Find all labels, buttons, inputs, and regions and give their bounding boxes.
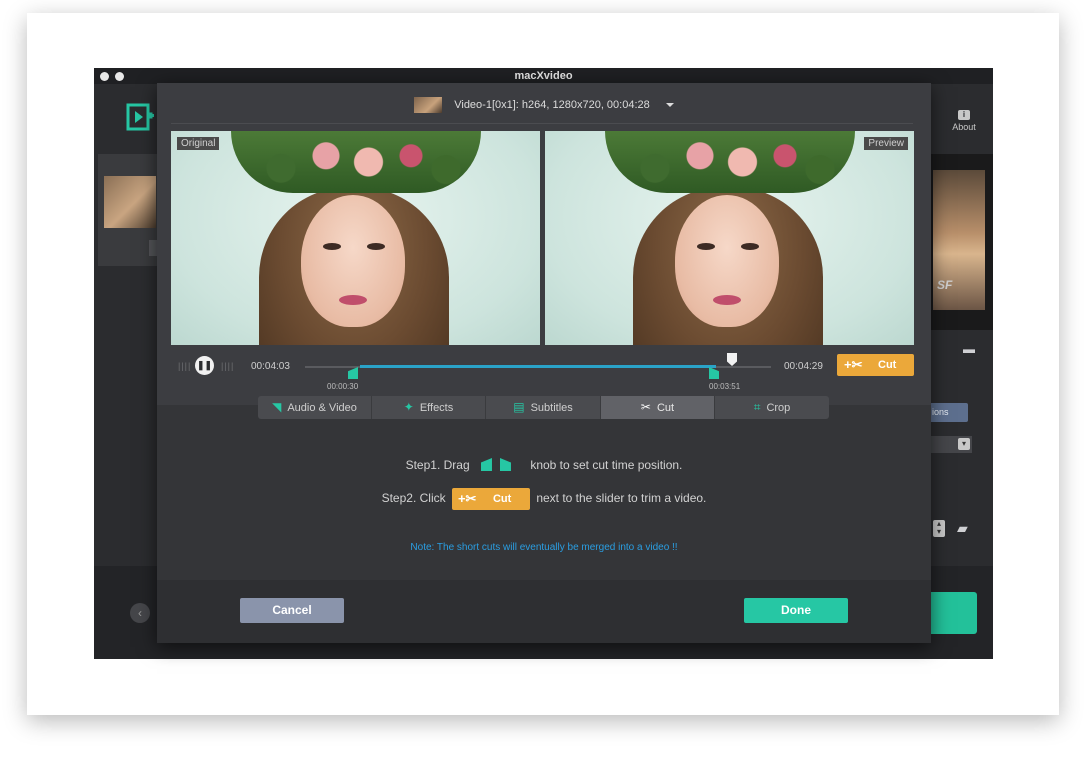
divider	[171, 123, 913, 124]
info-icon: i	[958, 110, 970, 120]
done-button[interactable]: Done	[744, 598, 848, 623]
grip-icon: ||||	[178, 361, 192, 371]
edit-tabs: ◥ Audio & Video ✦ Effects ▤ Subtitles ✂ Cut …	[258, 396, 829, 419]
cut-start-time: 00:00:30	[327, 382, 359, 391]
chevron-down-icon: ▾	[958, 438, 970, 450]
background-preview-image: SF	[933, 170, 985, 310]
preview-image-text: SF	[937, 278, 953, 292]
title-bar: macXvideo	[94, 68, 993, 84]
dialog-preview-area: Video-1[0x1]: h264, 1280x720, 00:04:28 O…	[157, 83, 931, 405]
about-label: About	[952, 122, 976, 132]
video-eye	[697, 243, 715, 250]
subtitles-icon: ▤	[513, 400, 525, 414]
scissors-icon: ✂	[640, 400, 651, 414]
tab-label: Effects	[419, 402, 454, 414]
open-folder-icon[interactable]: ▰	[957, 520, 968, 537]
window-title: macXvideo	[514, 70, 573, 82]
crop-icon: ⌗	[753, 400, 761, 414]
original-label: Original	[177, 137, 220, 150]
current-time: 00:04:03	[251, 361, 290, 372]
pause-icon[interactable]: ❚❚	[195, 356, 214, 375]
preview-video: Preview	[545, 131, 914, 345]
dialog-footer: Cancel Done	[157, 580, 931, 643]
knob-icon	[480, 458, 519, 474]
cut-illustration-label: Cut	[492, 493, 512, 505]
cut-start-knob[interactable]	[348, 367, 358, 379]
cut-range	[360, 365, 716, 368]
edit-dialog: Video-1[0x1]: h264, 1280x720, 00:04:28 O…	[157, 83, 931, 643]
stepper-icon[interactable]: ▴ ▾	[933, 520, 945, 537]
cancel-button[interactable]: Cancel	[240, 598, 344, 623]
step1-prefix: Step1. Drag	[405, 458, 470, 473]
source-thumbnail	[413, 96, 442, 113]
tab-effects[interactable]: ✦ Effects	[372, 396, 486, 419]
about-button[interactable]: i About	[947, 110, 981, 132]
flower-wreath	[605, 131, 855, 193]
cut-button[interactable]: +✂ Cut	[837, 354, 914, 376]
folder-icon[interactable]: ▬	[963, 342, 975, 356]
preview-label: Preview	[864, 137, 908, 150]
cut-end-time: 00:03:51	[709, 382, 741, 391]
video-eye	[741, 243, 759, 250]
step1-instruction: Step1. Drag knob to set cut time positio…	[157, 458, 931, 474]
background-video-thumbnail[interactable]	[104, 176, 156, 228]
tab-label: Audio & Video	[287, 402, 357, 414]
step1-suffix: knob to set cut time position.	[530, 458, 683, 473]
back-button[interactable]: ‹	[130, 603, 150, 623]
run-button[interactable]	[930, 592, 977, 634]
video-eye	[323, 243, 341, 250]
tab-crop[interactable]: ⌗ Crop	[715, 396, 829, 419]
audio-video-icon: ◥	[272, 400, 282, 414]
tab-subtitles[interactable]: ▤ Subtitles	[486, 396, 601, 419]
source-label: Video-1[0x1]: h264, 1280x720, 00:04:28	[454, 98, 650, 111]
tab-cut[interactable]: ✂ Cut	[601, 396, 715, 419]
step2-prefix: Step2. Click	[381, 491, 446, 506]
video-lips	[339, 295, 367, 305]
source-selector[interactable]: Video-1[0x1]: h264, 1280x720, 00:04:28	[157, 96, 931, 116]
duration: 00:04:29	[784, 361, 823, 372]
tab-label: Cut	[656, 402, 675, 414]
cut-end-knob[interactable]	[709, 367, 719, 379]
scissors-add-icon: +✂	[844, 357, 863, 372]
video-lips	[713, 295, 741, 305]
cut-button-illustration: +✂ Cut	[451, 488, 530, 510]
app-logo-icon	[126, 103, 154, 131]
video-eye	[367, 243, 385, 250]
cut-button-label: Cut	[878, 359, 897, 371]
flower-wreath	[231, 131, 481, 193]
caret-down-icon[interactable]	[666, 102, 675, 107]
background-select[interactable]: ▾	[930, 436, 972, 453]
options-button[interactable]: ions	[930, 403, 968, 422]
playhead[interactable]	[727, 353, 737, 366]
wand-icon: ✦	[403, 400, 414, 414]
video-face	[675, 195, 779, 327]
tab-label: Subtitles	[530, 402, 573, 414]
video-face	[301, 195, 405, 327]
grip-icon: ||||	[221, 361, 235, 371]
tab-label: Crop	[766, 402, 791, 414]
step2-suffix: next to the slider to trim a video.	[536, 491, 707, 506]
merge-note: Note: The short cuts will eventually be …	[410, 542, 678, 553]
playback-controls: |||| ❚❚ |||| 00:04:03 00:00:30 00:03:51 …	[157, 351, 931, 391]
scissors-add-icon: +✂	[457, 491, 477, 506]
original-video: Original	[171, 131, 540, 345]
tab-audio-video[interactable]: ◥ Audio & Video	[258, 396, 372, 419]
step2-instruction: Step2. Click +✂ Cut next to the slider t…	[157, 488, 931, 510]
